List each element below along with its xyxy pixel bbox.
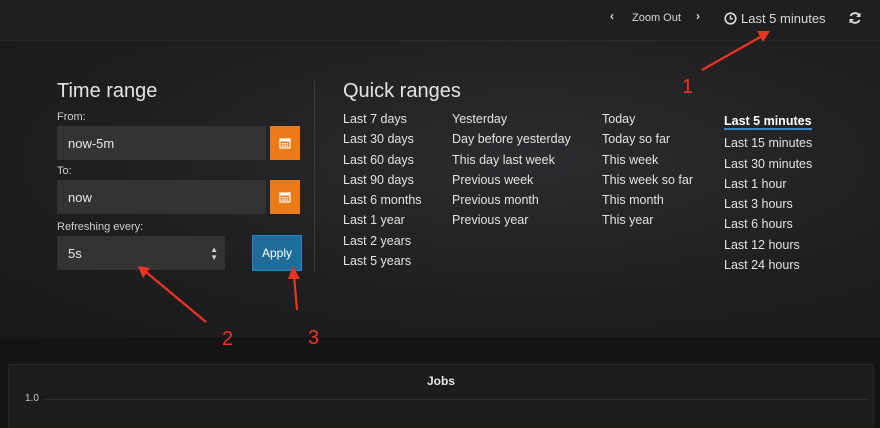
annotation-arrow-2 — [138, 266, 207, 323]
annotation-arrow-1 — [701, 31, 770, 71]
annotation-label-2: 2 — [222, 328, 234, 350]
annotation-arrow-3 — [288, 266, 300, 311]
annotation-overlay — [138, 31, 770, 323]
annotation-label-1: 1 — [682, 76, 694, 98]
annotation-label-3: 3 — [308, 327, 320, 349]
